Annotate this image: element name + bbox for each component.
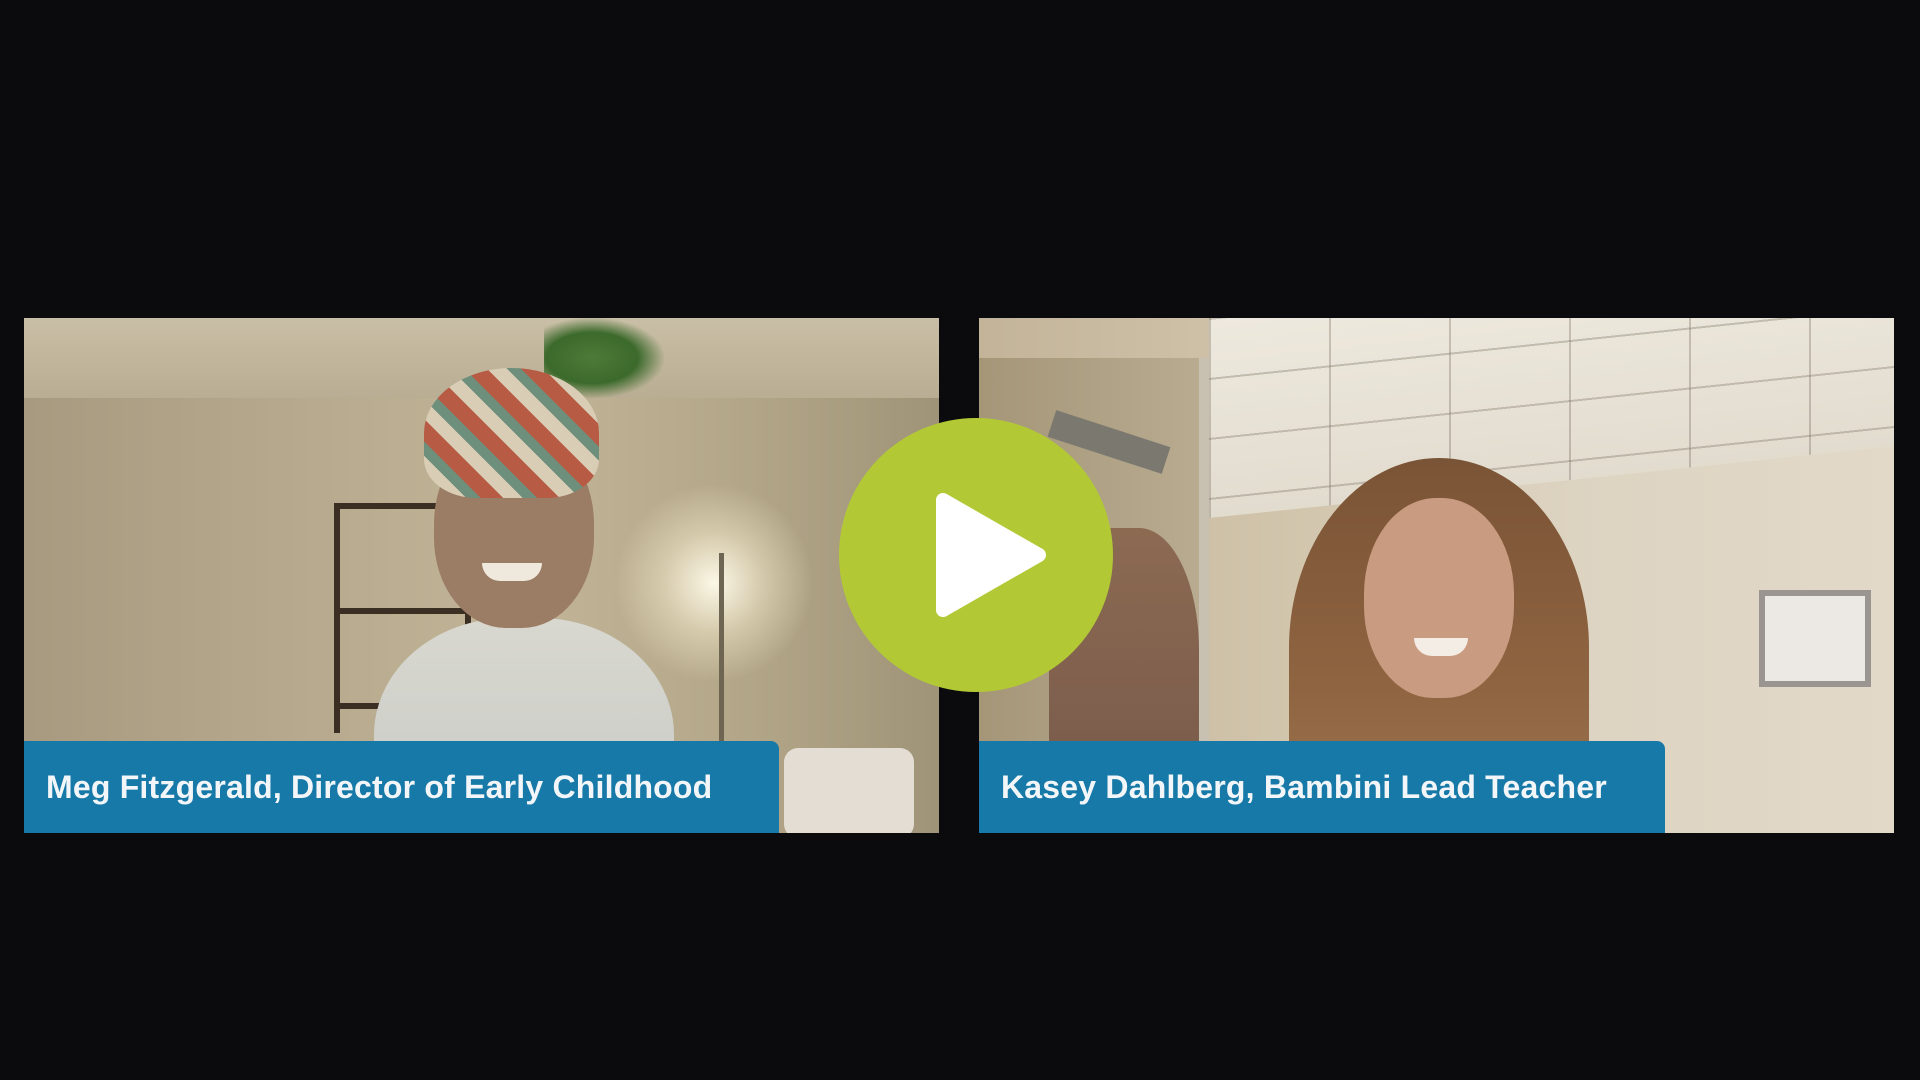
play-icon (936, 493, 1046, 617)
participant-caption: Meg Fitzgerald, Director of Early Childh… (46, 768, 713, 805)
participant-caption: Kasey Dahlberg, Bambini Lead Teacher (1001, 768, 1607, 805)
whiteboard (1759, 590, 1871, 687)
video-tile-right: Kasey Dahlberg, Bambini Lead Teacher (979, 318, 1894, 833)
floor-lamp (614, 483, 814, 683)
video-tile-left: Meg Fitzgerald, Director of Early Childh… (24, 318, 939, 833)
caption-bar: Kasey Dahlberg, Bambini Lead Teacher (979, 741, 1665, 833)
video-player[interactable]: Meg Fitzgerald, Director of Early Childh… (0, 0, 1920, 1080)
caption-bar: Meg Fitzgerald, Director of Early Childh… (24, 741, 779, 833)
play-button[interactable] (839, 418, 1113, 692)
